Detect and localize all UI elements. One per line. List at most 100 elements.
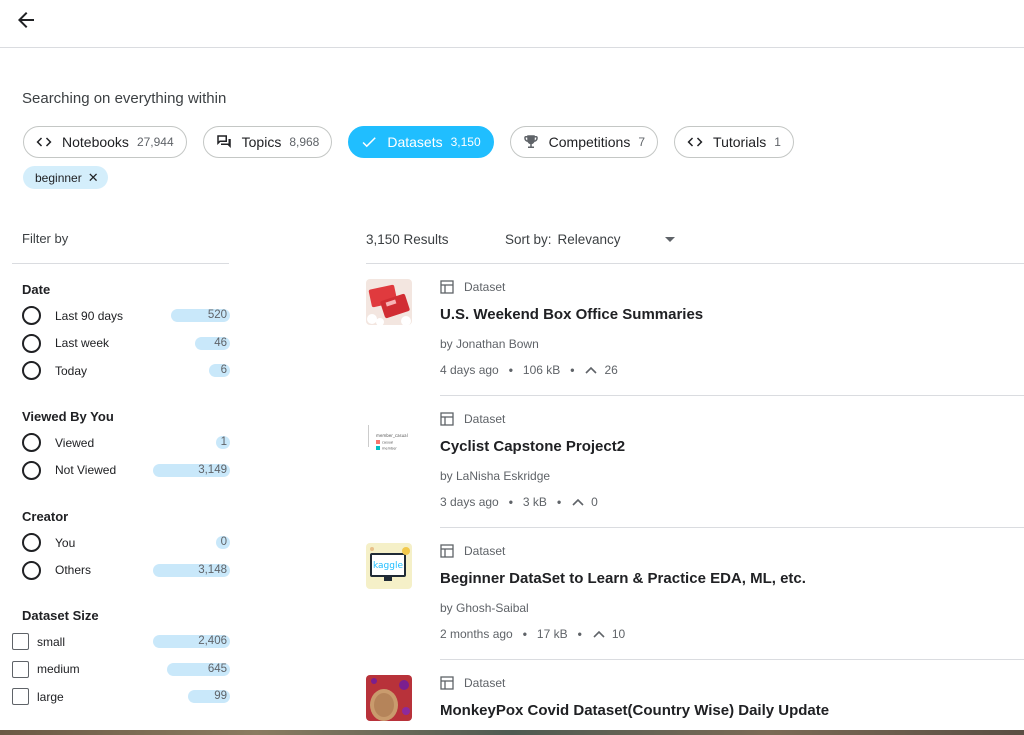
filter-count: 645 — [167, 662, 230, 676]
checkbox[interactable] — [12, 688, 29, 706]
filter-option-you[interactable]: You 0 — [12, 529, 230, 557]
dataset-thumbnail[interactable]: kaggle — [366, 543, 412, 589]
filter-title: Filter by — [22, 231, 69, 246]
result-title[interactable]: Cyclist Capstone Project2 — [440, 438, 625, 455]
result-title[interactable]: Beginner DataSet to Learn & Practice EDA… — [440, 570, 806, 587]
filter-heading: Dataset Size — [22, 608, 99, 623]
dataset-thumbnail[interactable] — [366, 675, 412, 721]
filter-group-dataset-size: Dataset Size small 2,406 medium 645 larg… — [12, 608, 230, 711]
result-item[interactable]: member_casual casual member Dataset Cycl… — [366, 396, 1024, 528]
radio-button[interactable] — [22, 560, 41, 580]
chevron-up-icon — [572, 498, 584, 506]
filter-option-today[interactable]: Today 6 — [12, 357, 230, 385]
table-icon — [440, 544, 454, 558]
legend-image-icon: member_casual casual member — [366, 411, 412, 457]
chip-topics[interactable]: Topics 8,968 — [202, 126, 333, 158]
upvote-button[interactable] — [571, 495, 585, 509]
chip-count: 8,968 — [289, 135, 320, 149]
thumb-legend-title: member_casual — [376, 433, 408, 438]
result-item[interactable]: Dataset MonkeyPox Covid Dataset(Country … — [366, 660, 1024, 730]
chip-datasets[interactable]: Datasets 3,150 — [348, 126, 494, 158]
dataset-thumbnail[interactable]: member_casual casual member — [366, 411, 412, 457]
arrow-back-icon — [18, 12, 34, 28]
code-icon — [685, 132, 705, 152]
filter-group-creator: Creator You 0 Others 3,148 — [12, 509, 230, 584]
radio-button[interactable] — [22, 333, 41, 353]
result-meta: 3 days ago • 3 kB • 0 — [440, 495, 598, 509]
sort-dropdown[interactable]: Sort by: Relevancy — [505, 232, 675, 247]
filter-group-date: Date Last 90 days 520 Last week 46 Today… — [12, 282, 230, 385]
filter-option-label: Not Viewed — [55, 463, 117, 478]
filter-count: 6 — [209, 364, 230, 377]
filter-count: 1 — [216, 436, 230, 449]
radio-button[interactable] — [22, 361, 41, 381]
result-size: 106 kB — [522, 363, 561, 377]
filter-count: 2,406 — [153, 635, 230, 648]
chip-label: Tutorials — [713, 134, 767, 150]
filter-option-label: Others — [55, 563, 92, 578]
chip-competitions[interactable]: Competitions 7 — [509, 126, 659, 158]
chip-notebooks[interactable]: Notebooks 27,944 — [23, 126, 187, 158]
filter-heading: Creator — [22, 509, 69, 524]
virus-image-icon — [366, 675, 412, 721]
taskbar-strip — [0, 730, 1024, 735]
search-scope-label: Searching on everything within — [22, 90, 227, 107]
upvote-button[interactable] — [592, 627, 606, 641]
filter-option-viewed[interactable]: Viewed 1 — [12, 429, 230, 457]
back-button[interactable] — [14, 8, 38, 32]
result-item[interactable]: Dataset U.S. Weekend Box Office Summarie… — [366, 264, 1024, 396]
result-type: Dataset — [440, 412, 505, 426]
sort-value: Relevancy — [557, 232, 621, 247]
chip-label: Notebooks — [62, 134, 129, 150]
sort-label: Sort by: — [505, 232, 552, 247]
trophy-icon — [521, 132, 541, 152]
top-bar — [0, 0, 1024, 48]
dataset-thumbnail[interactable] — [366, 279, 412, 325]
result-type: Dataset — [440, 544, 505, 558]
filter-option-not-viewed[interactable]: Not Viewed 3,149 — [12, 457, 230, 485]
filter-heading: Viewed By You — [22, 409, 114, 424]
tag-chip-beginner: beginner ✕ — [23, 166, 108, 189]
results-count: 3,150 Results — [366, 232, 449, 247]
result-age: 4 days ago — [440, 363, 499, 377]
radio-button[interactable] — [22, 433, 41, 453]
upvote-count: 0 — [591, 495, 598, 509]
result-author[interactable]: by Jonathan Bown — [440, 337, 539, 351]
caret-down-icon — [664, 237, 675, 242]
filter-count: 46 — [195, 336, 230, 350]
radio-button[interactable] — [22, 533, 41, 553]
radio-button[interactable] — [22, 306, 41, 326]
result-size: 17 kB — [536, 627, 568, 641]
filter-option-label: You — [55, 535, 76, 550]
result-meta: 4 days ago • 106 kB • 26 — [440, 363, 618, 377]
result-item[interactable]: kaggle Dataset Beginner DataSet to Learn… — [366, 528, 1024, 660]
close-icon[interactable]: ✕ — [88, 171, 99, 184]
filter-option-medium[interactable]: medium 645 — [12, 656, 230, 684]
separator-dot: • — [570, 363, 575, 377]
result-type-label: Dataset — [464, 412, 506, 426]
result-title[interactable]: MonkeyPox Covid Dataset(Country Wise) Da… — [440, 702, 829, 719]
result-type-label: Dataset — [464, 280, 506, 294]
filter-option-small[interactable]: small 2,406 — [12, 628, 230, 656]
category-chips: Notebooks 27,944 Topics 8,968 Datasets 3… — [23, 126, 794, 158]
separator-dot: • — [508, 495, 513, 509]
filter-option-last-90-days[interactable]: Last 90 days 520 — [12, 302, 230, 330]
filter-option-large[interactable]: large 99 — [12, 683, 230, 711]
filter-option-last-week[interactable]: Last week 46 — [12, 330, 230, 358]
result-author[interactable]: by Ghosh-Saibal — [440, 601, 529, 615]
filter-option-label: small — [37, 634, 66, 649]
result-author[interactable]: by LaNisha Eskridge — [440, 469, 550, 483]
chip-tutorials[interactable]: Tutorials 1 — [674, 126, 794, 158]
upvote-button[interactable] — [584, 363, 598, 377]
filter-count: 0 — [216, 536, 230, 549]
filter-option-others[interactable]: Others 3,148 — [12, 557, 230, 585]
result-type: Dataset — [440, 676, 505, 690]
separator-dot: • — [556, 495, 562, 509]
checkbox[interactable] — [12, 633, 29, 651]
checkbox[interactable] — [12, 660, 29, 678]
result-meta: 2 months ago • 17 kB • 10 — [440, 627, 625, 641]
result-title[interactable]: U.S. Weekend Box Office Summaries — [440, 306, 703, 323]
radio-button[interactable] — [22, 460, 41, 480]
thumb-legend-label: member — [382, 447, 397, 451]
chip-label: Topics — [241, 134, 282, 150]
